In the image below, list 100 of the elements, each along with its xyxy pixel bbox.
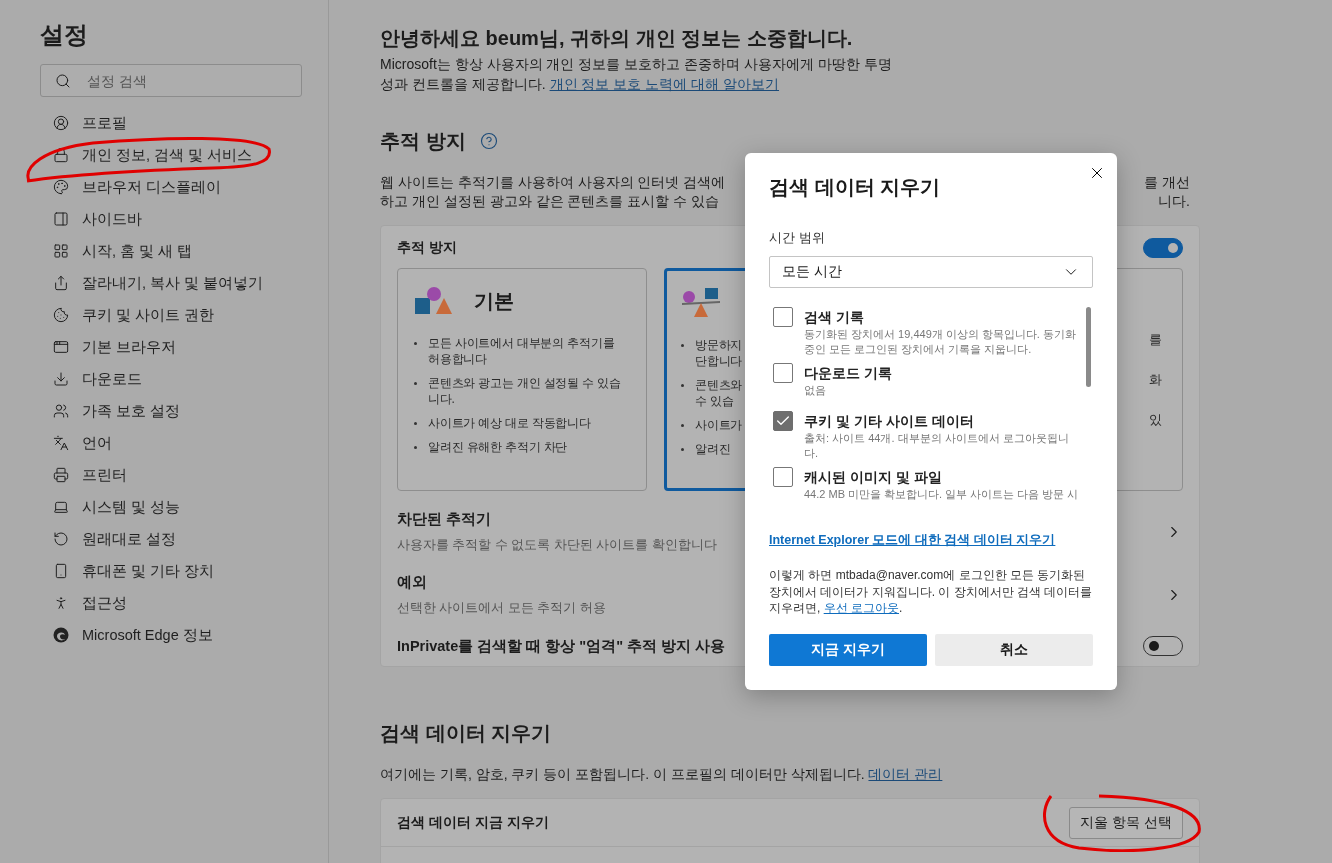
sidebar-icon xyxy=(53,211,69,227)
window-icon xyxy=(53,339,69,355)
option-bullet: 를 xyxy=(1149,332,1162,348)
item-title: 검색 기록 xyxy=(804,308,865,327)
option-title: 기본 xyxy=(474,288,514,314)
greeting-title: 안녕하세요 beum님, 귀하의 개인 정보는 소중합니다. xyxy=(380,26,854,51)
bullet-dot xyxy=(414,446,417,449)
item-title: 쿠키 및 기타 사이트 데이터 xyxy=(804,412,975,431)
sidebar-item[interactable]: 시스템 및 성능 xyxy=(40,491,302,523)
balance-icon xyxy=(681,286,721,320)
printer-icon xyxy=(53,467,69,483)
option-bullet: 있 xyxy=(1149,412,1162,428)
checkbox[interactable] xyxy=(773,307,793,327)
download-icon xyxy=(53,371,69,387)
greeting-text: Microsoft는 항상 사용자의 개인 정보를 보호하고 존중하며 사용자에게 마땅한 투명성과 컨트롤을 제공합니다. 개인 정보 보호 노력에 대해 알아보기 xyxy=(380,55,893,94)
bullet-dot xyxy=(681,448,684,451)
palette-icon xyxy=(53,179,69,195)
manage-data-link[interactable]: 데이터 관리 xyxy=(868,766,943,782)
sidebar-item[interactable]: 쿠키 및 사이트 권한 xyxy=(40,299,302,331)
range-dropdown[interactable]: 모든 시간 xyxy=(769,256,1093,288)
checkbox[interactable] xyxy=(773,363,793,383)
option-bullet: 모든 사이트에서 대부분의 추적기를 허용합니다 xyxy=(428,335,615,367)
bullet-dot xyxy=(414,382,417,385)
setting-description: 선택한 사이트에서 모든 추적기 허용 xyxy=(397,599,606,617)
setting-title: 차단된 추적기 xyxy=(397,509,493,529)
people-icon xyxy=(53,403,69,419)
search-field[interactable]: 설정 검색 xyxy=(40,64,302,97)
tracking-toggle[interactable] xyxy=(1143,238,1183,258)
grid-icon xyxy=(53,243,69,259)
share-icon xyxy=(53,275,69,291)
sidebar-item[interactable]: 언어 xyxy=(40,427,302,459)
sidebar-item[interactable]: 개인 정보, 검색 및 서비스 xyxy=(40,139,302,171)
sidebar-item[interactable]: 브라우저 디스플레이 xyxy=(40,171,302,203)
clear-now-button[interactable]: 지금 지우기 xyxy=(769,633,927,666)
bullet-dot xyxy=(414,422,417,425)
sync-notice: 이렇게 하면 mtbada@naver.com에 로그인한 모든 동기화된 장치에서 데이터가 지워집니다. 이 장치에서만 검색 데이터를 지우려면, 우선 로그아웃. xyxy=(769,567,1093,617)
item-description: 동기화된 장치에서 19,449개 이상의 항목입니다. 동기화 중인 모든 로그인된 장치에서 기록을 지웁니다. xyxy=(804,327,1077,357)
accessibility-icon xyxy=(53,595,69,611)
scrollbar-thumb[interactable] xyxy=(1086,307,1091,387)
card-title: 추적 방지 xyxy=(397,239,457,257)
setting-title: 예외 xyxy=(397,572,428,592)
sidebar-item[interactable]: 잘라내기, 복사 및 붙여넣기 xyxy=(40,267,302,299)
section-description: 를 개선 xyxy=(1144,173,1190,192)
tracking-option[interactable]: 기본 모든 사이트에서 대부분의 추적기를 허용합니다 콘텐츠와 광고는 개인 설정될 수 있습 니다. 사이트가 예상 대로 작동합니다 알려진 유해한 추적기 차단 xyxy=(397,268,647,491)
option-bullet: 알려진 xyxy=(695,441,731,457)
dialog-title: 검색 데이터 지우기 xyxy=(769,175,942,200)
bullet-dot xyxy=(681,344,684,347)
sidebar-item[interactable]: 프린터 xyxy=(40,459,302,491)
sidebar-item[interactable]: 시작, 홈 및 새 탭 xyxy=(40,235,302,267)
help-icon[interactable] xyxy=(479,132,498,150)
sidebar-item[interactable]: 프로필 xyxy=(40,107,302,139)
sidebar-item[interactable]: 다운로드 xyxy=(40,363,302,395)
edge-logo-icon xyxy=(53,627,69,643)
option-bullet: 사이트가 xyxy=(695,417,743,433)
setting-description: 사용자를 추적할 수 없도록 차단된 사이트를 확인합니다 xyxy=(397,536,717,554)
sidebar-item[interactable]: 가족 보호 설정 xyxy=(40,395,302,427)
item-description: 출처: 사이트 44개. 대부분의 사이트에서 로그아웃됩니다. xyxy=(804,431,1070,461)
option-bullet: 화 xyxy=(1149,372,1162,388)
reset-icon xyxy=(53,531,69,547)
section-description: 웹 사이트는 추적기를 사용하여 사용자의 인터넷 검색에 xyxy=(380,173,726,192)
option-bullet: 방문하지 단합니다 xyxy=(695,337,743,369)
option-bullet: 사이트가 예상 대로 작동합니다 xyxy=(428,415,591,431)
checkbox[interactable] xyxy=(773,411,793,431)
sidebar-item[interactable]: 휴대폰 및 기타 장치 xyxy=(40,555,302,587)
cancel-button[interactable]: 취소 xyxy=(935,633,1093,666)
section-title: 검색 데이터 지우기 xyxy=(380,720,552,746)
section-title: 추적 방지 xyxy=(380,128,466,154)
item-description: 44.2 MB 미만을 확보합니다. 일부 사이트는 다음 방문 시 xyxy=(804,487,1079,502)
cookie-icon xyxy=(53,307,69,323)
bullet-dot xyxy=(681,424,684,427)
sidebar-item[interactable]: 기본 브라우저 xyxy=(40,331,302,363)
section-description: 여기에는 기록, 암호, 쿠키 등이 포함됩니다. 이 프로필의 데이터만 삭제됩니다. 데이터 관리 xyxy=(380,765,944,784)
sidebar-item[interactable]: 원래대로 설정 xyxy=(40,523,302,555)
bullet-dot xyxy=(414,342,417,345)
sign-out-link[interactable]: 우선 로그아웃 xyxy=(823,601,899,615)
option-bullet: 콘텐츠와 수 있습 xyxy=(695,377,743,409)
checkbox[interactable] xyxy=(773,467,793,487)
setting-title: InPrivate를 검색할 때 항상 "엄격" 추적 방지 사용 xyxy=(397,636,726,656)
ie-mode-link[interactable]: Internet Explorer 모드에 대한 검색 데이터 지우기 xyxy=(769,532,1056,549)
setting-title: 검색 데이터 지금 지우기 xyxy=(397,813,549,832)
range-label: 시간 범위 xyxy=(769,229,826,247)
choose-items-button[interactable]: 지울 항목 선택 xyxy=(1069,806,1183,839)
search-input[interactable]: 설정 검색 xyxy=(85,71,275,90)
section-description: 하고 개인 설정된 광고와 같은 콘텐츠를 표시할 수 있습 xyxy=(380,192,720,211)
option-bullet: 콘텐츠와 광고는 개인 설정될 수 있습 니다. xyxy=(428,375,621,407)
sidebar-item[interactable]: 사이드바 xyxy=(40,203,302,235)
option-bullet: 알려진 유해한 추적기 차단 xyxy=(428,439,568,455)
bullet-dot xyxy=(681,384,684,387)
privacy-link[interactable]: 개인 정보 보호 노력에 대해 알아보기 xyxy=(549,76,779,92)
sidebar-item[interactable]: Microsoft Edge 정보 xyxy=(40,619,302,651)
language-icon xyxy=(53,435,69,451)
lock-icon xyxy=(53,147,69,163)
laptop-icon xyxy=(53,499,69,515)
profile-icon xyxy=(53,115,69,131)
item-title: 캐시된 이미지 및 파일 xyxy=(804,468,943,487)
sidebar-item[interactable]: 접근성 xyxy=(40,587,302,619)
phone-icon xyxy=(53,563,69,579)
settings-title: 설정 xyxy=(40,20,89,50)
search-icon xyxy=(55,72,71,89)
section-description: 니다. xyxy=(1158,192,1190,211)
